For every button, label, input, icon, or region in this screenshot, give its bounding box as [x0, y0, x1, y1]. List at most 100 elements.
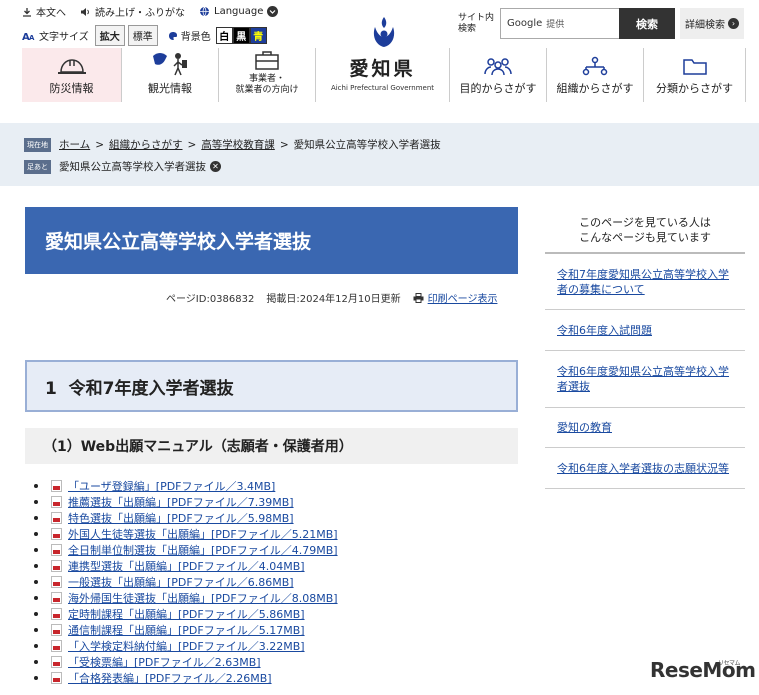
related-link[interactable]: 令和6年度愛知県公立高等学校入学者選抜 [557, 364, 733, 394]
nav-tourism-info[interactable]: 観光情報 [122, 48, 219, 102]
related-link[interactable]: 愛知の教育 [557, 420, 612, 435]
globe-icon [200, 6, 209, 17]
utility-row-bottom: AA 文字サイズ 拡大 標準 背景色 白 黒 青 [22, 25, 267, 46]
bg-color-label: 背景色 [180, 32, 211, 43]
pdf-link[interactable]: 推薦選抜「出願編」[PDFファイル／7.39MB] [68, 494, 294, 510]
pdf-file-icon [51, 496, 62, 508]
watermark-small-text: リセマム [718, 660, 741, 667]
bullet [34, 532, 38, 536]
pdf-link[interactable]: 通信制課程「出願編」[PDFファイル／5.17MB] [68, 622, 305, 638]
bg-white-button[interactable]: 白 [215, 27, 233, 44]
breadcrumb-current: 愛知県公立高等学校入学者選抜 [293, 139, 441, 151]
pdf-link[interactable]: 「入学検定料納付編」[PDFファイル／3.22MB] [68, 638, 305, 654]
nav-tourism-label: 観光情報 [148, 82, 192, 95]
list-item: 外国人生徒等選抜「出願編」[PDFファイル／5.21MB] [34, 526, 338, 542]
related-link[interactable]: 令和6年度入試問題 [557, 323, 652, 338]
resemom-watermark: ReseMom リセマム [650, 658, 756, 682]
pdf-file-icon [51, 640, 62, 652]
list-item: 通信制課程「出願編」[PDFファイル／5.17MB] [34, 622, 338, 638]
nav-search-by-category[interactable]: 分類からさがす [644, 48, 746, 102]
nav-search-by-purpose[interactable]: 目的からさがす [450, 48, 547, 102]
search-button[interactable]: 検索 [619, 8, 675, 39]
search-input[interactable]: Google 提供 [500, 8, 620, 39]
pdf-link[interactable]: 特色選抜「出願編」[PDFファイル／5.98MB] [68, 510, 294, 526]
related-link[interactable]: 令和7年度愛知県公立高等学校入学者の募集について [557, 267, 733, 297]
bg-black-button[interactable]: 黒 [232, 27, 250, 44]
pdf-file-icon [51, 656, 62, 668]
language-label: Language [214, 6, 264, 17]
list-item: 令和6年度入学者選抜の志願状況等 [545, 448, 745, 489]
utility-row-top: 本文へ 読み上げ・ふりがな Language [22, 4, 279, 19]
brand-name: 愛知県 [349, 58, 416, 80]
helmet-icon [57, 59, 86, 74]
read-aloud-link[interactable]: 読み上げ・ふりがな [80, 4, 185, 19]
advanced-search-button[interactable]: 詳細検索 › [680, 8, 744, 39]
pdf-link[interactable]: 連携型選抜「出願編」[PDFファイル／4.04MB] [68, 558, 305, 574]
site-logo[interactable]: 愛知県 Aichi Prefectural Government [316, 48, 450, 102]
search-provider-suffix: 提供 [546, 20, 565, 30]
nav-business-info[interactable]: 事業者・ 就業者の方向け [219, 48, 316, 102]
print-link[interactable]: 印刷ページ表示 [413, 290, 497, 305]
nav-search-by-org[interactable]: 組織からさがす [547, 48, 644, 102]
nav-business-label: 事業者・ 就業者の方向け [235, 74, 299, 95]
pdf-file-icon [51, 624, 62, 636]
list-item: 定時制課程「出願編」[PDFファイル／5.86MB] [34, 606, 338, 622]
pdf-link[interactable]: 外国人生徒等選抜「出願編」[PDFファイル／5.21MB] [68, 526, 338, 542]
bullet [34, 612, 38, 616]
list-item: 「合格発表編」[PDFファイル／2.26MB] [34, 670, 338, 686]
aichi-emblem-icon [373, 17, 395, 47]
bullet [34, 644, 38, 648]
pdf-link[interactable]: 「ユーザ登録編」[PDFファイル／3.4MB] [68, 478, 275, 494]
list-item: 令和6年度入試問題 [545, 310, 745, 351]
list-item: 「入学検定料納付編」[PDFファイル／3.22MB] [34, 638, 338, 654]
list-item: 令和7年度愛知県公立高等学校入学者の募集について [545, 254, 745, 310]
bullet [34, 660, 38, 664]
bullet [34, 516, 38, 520]
bullet [34, 580, 38, 584]
people-group-icon [484, 58, 512, 76]
pdf-file-icon [51, 672, 62, 684]
page-meta: ページID:0386832 掲載日:2024年12月10日更新 印刷ページ表示 [166, 290, 497, 305]
nav-disaster-info[interactable]: 防災情報 [22, 48, 122, 102]
breadcrumb-band [0, 123, 759, 186]
pdf-file-icon [51, 592, 62, 604]
list-item: 一般選抜「出願編」[PDFファイル／6.86MB] [34, 574, 338, 590]
pdf-link[interactable]: 海外帰国生徒選抜「出願編」[PDFファイル／8.08MB] [68, 590, 338, 606]
nav-org-label: 組織からさがす [556, 82, 634, 95]
list-item: 愛知の教育 [545, 408, 745, 448]
nav-disaster-label: 防災情報 [49, 82, 94, 95]
palette-icon [168, 31, 177, 40]
pdf-link[interactable]: 「合格発表編」[PDFファイル／2.26MB] [68, 670, 272, 686]
breadcrumb-separator: > [95, 138, 104, 151]
svg-text:A: A [29, 34, 35, 41]
font-enlarge-button[interactable]: 拡大 [94, 25, 125, 46]
castle-traveler-icon [153, 53, 187, 76]
language-select[interactable]: Language [199, 6, 279, 17]
pdf-file-icon [51, 608, 62, 620]
pdf-link[interactable]: 全日制単位制選抜「出願編」[PDFファイル／4.79MB] [68, 542, 338, 558]
font-size-icon: AA [22, 32, 35, 41]
list-item: 全日制単位制選抜「出願編」[PDFファイル／4.79MB] [34, 542, 338, 558]
nav-purpose-label: 目的からさがす [459, 82, 537, 95]
history-item[interactable]: 愛知県公立高等学校入学者選抜 [59, 159, 206, 174]
briefcase-icon [255, 51, 279, 70]
pdf-file-icon [51, 528, 62, 540]
pdf-link[interactable]: 「受検票編」[PDFファイル／2.63MB] [68, 654, 261, 670]
bullet [34, 564, 38, 568]
breadcrumb-home[interactable]: ホーム [59, 137, 90, 152]
pdf-link[interactable]: 一般選抜「出願編」[PDFファイル／6.86MB] [68, 574, 294, 590]
breadcrumb: 現在地 ホーム > 組織からさがす > 高等学校教育課 > 愛知県公立高等学校入… [24, 137, 441, 152]
breadcrumb-separator: > [279, 138, 289, 151]
close-icon[interactable]: ✕ [210, 161, 221, 172]
site-search-label: サイト内 検索 [458, 13, 495, 34]
bg-blue-button[interactable]: 青 [249, 27, 267, 44]
related-pages-list: 令和7年度愛知県公立高等学校入学者の募集について 令和6年度入試問題 令和6年度… [545, 254, 745, 489]
breadcrumb-separator: > [187, 138, 197, 151]
related-link[interactable]: 令和6年度入学者選抜の志願状況等 [557, 461, 729, 476]
breadcrumb-org[interactable]: 組織からさがす [109, 137, 183, 152]
bullet [34, 484, 38, 488]
skip-to-content-link[interactable]: 本文へ [22, 4, 66, 19]
pdf-link[interactable]: 定時制課程「出願編」[PDFファイル／5.86MB] [68, 606, 305, 622]
font-standard-button[interactable]: 標準 [127, 25, 158, 46]
breadcrumb-division[interactable]: 高等学校教育課 [201, 137, 275, 152]
